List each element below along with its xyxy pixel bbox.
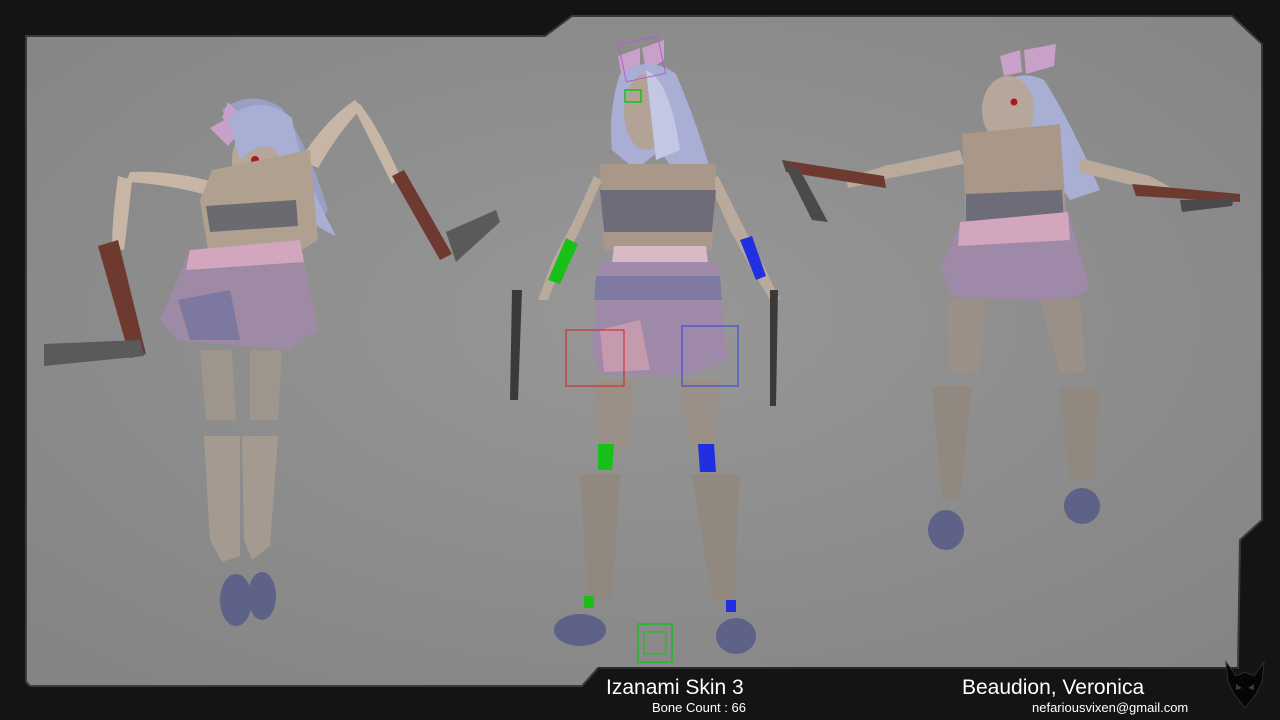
bone-count: Bone Count : 66 xyxy=(652,700,746,715)
model-title: Izanami Skin 3 xyxy=(606,676,744,699)
rig-ankle-right[interactable] xyxy=(726,600,736,612)
rig-knee-left[interactable] xyxy=(598,444,614,470)
author-name: Beaudion, Veronica xyxy=(962,676,1145,699)
rig-knee-right[interactable] xyxy=(698,444,716,472)
horned-demon-logo-icon xyxy=(1225,660,1265,709)
rig-arm-right[interactable] xyxy=(740,236,766,280)
character-left xyxy=(44,98,500,626)
author-email: nefariousvixen@gmail.com xyxy=(1032,700,1189,715)
viewport-3d[interactable] xyxy=(0,0,1280,720)
rig-root-control[interactable] xyxy=(637,623,673,663)
rig-ankle-left[interactable] xyxy=(584,596,594,608)
character-center xyxy=(510,40,780,654)
character-right xyxy=(782,44,1240,550)
